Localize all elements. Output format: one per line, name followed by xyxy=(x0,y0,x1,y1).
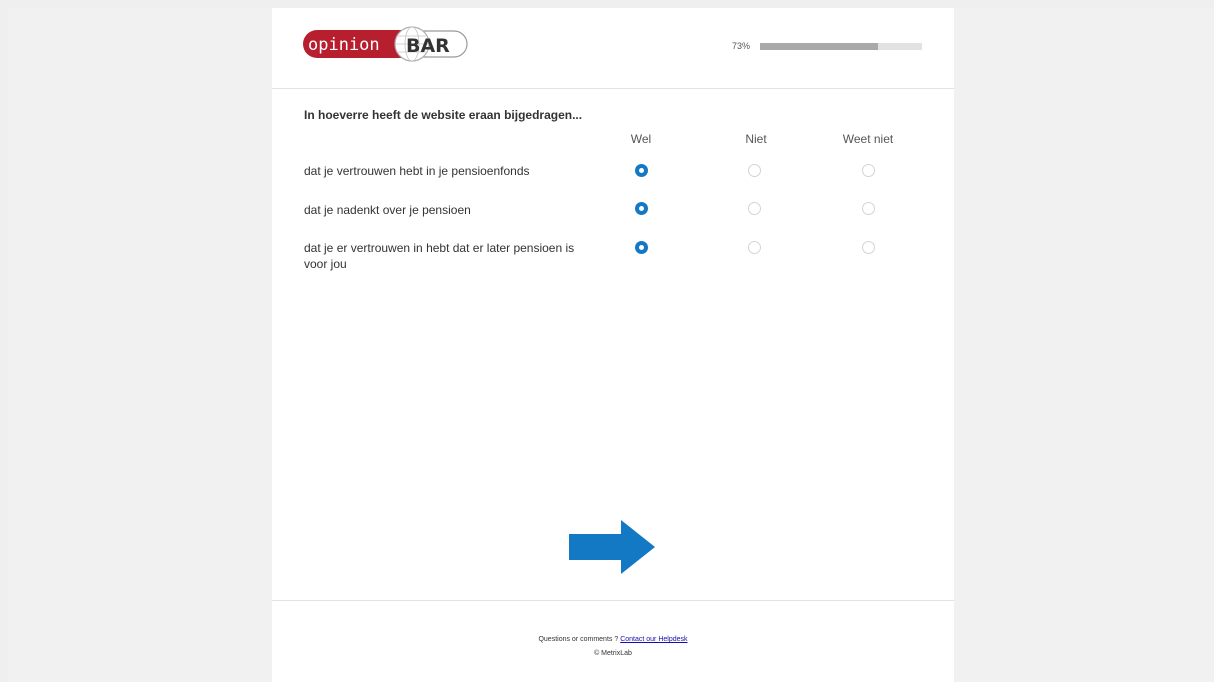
next-button[interactable] xyxy=(569,520,655,574)
radio-row3-niet[interactable] xyxy=(748,241,761,254)
radio-row3-weet-niet[interactable] xyxy=(862,241,875,254)
footer: Questions or comments ? Contact our Help… xyxy=(272,600,954,682)
footer-questions-text: Questions or comments ? xyxy=(538,636,619,643)
arrow-right-icon xyxy=(569,520,655,574)
footer-copyright: © MetrixLab xyxy=(594,650,632,657)
column-header-weet-niet: Weet niet xyxy=(842,132,894,146)
question-title: In hoeverre heeft de website eraan bijge… xyxy=(304,108,583,122)
survey-panel: opinion BAR 73% In hoeverre heeft de web… xyxy=(272,8,954,682)
logo-bar-text: BAR xyxy=(406,35,450,57)
header: opinion BAR 73% xyxy=(272,8,954,89)
progress-label: 73% xyxy=(732,41,751,51)
progress-indicator: 73% xyxy=(732,41,922,51)
column-header-wel: Wel xyxy=(630,132,652,146)
progress-fill xyxy=(760,42,879,50)
footer-questions: Questions or comments ? Contact our Help… xyxy=(272,636,954,643)
radio-row2-niet[interactable] xyxy=(748,202,761,215)
logo-opinion-text: opinion xyxy=(308,35,380,55)
radio-row1-niet[interactable] xyxy=(748,164,761,177)
row-label-nadenkt-pensioen: dat je nadenkt over je pensioen xyxy=(304,203,471,217)
radio-row2-wel[interactable] xyxy=(635,202,648,215)
progress-track xyxy=(760,42,922,50)
opinionbar-logo: opinion BAR xyxy=(303,26,468,62)
radio-row2-weet-niet[interactable] xyxy=(862,202,875,215)
radio-row1-wel[interactable] xyxy=(635,164,648,177)
row-label-vertrouwen-pensioenfonds: dat je vertrouwen hebt in je pensioenfon… xyxy=(304,164,530,178)
row-label-later-pensioen: dat je er vertrouwen in hebt dat er late… xyxy=(304,241,575,271)
radio-row3-wel[interactable] xyxy=(635,241,648,254)
helpdesk-link[interactable]: Contact our Helpdesk xyxy=(620,636,687,643)
column-header-niet: Niet xyxy=(745,132,767,146)
radio-row1-weet-niet[interactable] xyxy=(862,164,875,177)
